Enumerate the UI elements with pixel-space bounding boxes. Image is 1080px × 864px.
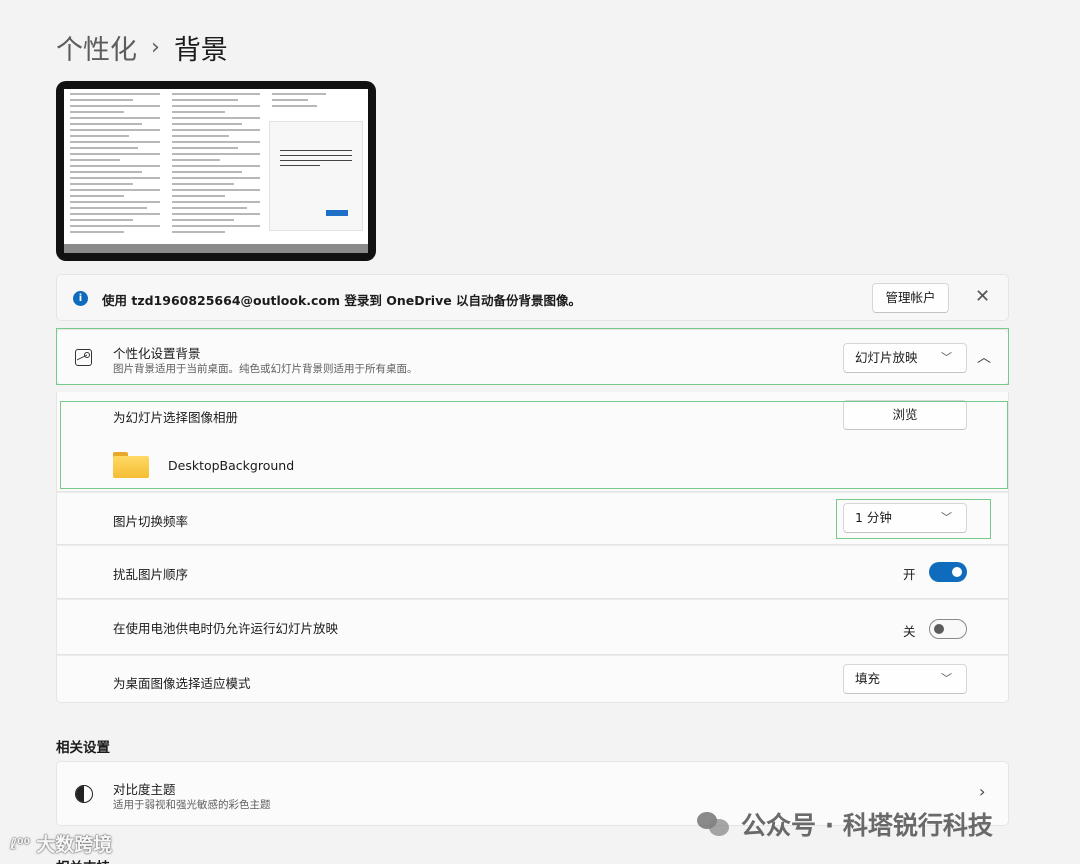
frequency-dropdown[interactable]: 1 分钟 ﹀	[843, 503, 967, 533]
chevron-down-icon: ﹀	[941, 351, 952, 364]
preview-image	[64, 89, 368, 253]
battery-label: 在使用电池供电时仍允许运行幻灯片放映	[113, 621, 339, 636]
related-support-heading: 相关支持	[56, 856, 110, 864]
banner-message: 使用 tzd1960825664@outlook.com 登录到 OneDriv…	[102, 293, 582, 308]
chevron-down-icon: ﹀	[941, 511, 952, 524]
personalize-background-row[interactable]: 个性化设置背景 图片背景适用于当前桌面。纯色或幻灯片背景则适用于所有桌面。 幻灯…	[56, 329, 1009, 385]
page-title: 背景	[173, 35, 228, 66]
onedrive-banner: i 使用 tzd1960825664@outlook.com 登录到 OneDr…	[56, 274, 1009, 321]
browse-button[interactable]: 浏览	[843, 400, 967, 430]
chevron-down-icon: ﹀	[941, 672, 952, 685]
related-settings-heading: 相关设置	[56, 740, 110, 756]
contrast-subtitle: 适用于弱视和强光敏感的彩色主题	[113, 799, 271, 811]
watermark-right: 公众号 · 科塔锐行科技	[697, 806, 993, 842]
info-icon: i	[73, 291, 88, 306]
desktop-preview	[56, 81, 376, 261]
picture-icon	[75, 349, 92, 366]
chevron-up-icon[interactable]: ︿	[977, 347, 991, 367]
contrast-icon	[75, 785, 93, 803]
background-type-dropdown[interactable]: 幻灯片放映 ﹀	[843, 343, 967, 373]
folder-icon	[113, 452, 149, 478]
fit-label: 为桌面图像选择适应模式	[113, 676, 251, 691]
fit-dropdown[interactable]: 填充 ﹀	[843, 664, 967, 694]
close-icon[interactable]: ✕	[975, 287, 990, 307]
chevron-right-icon: ›	[979, 782, 986, 801]
album-section: 为幻灯片选择图像相册 浏览 DesktopBackground	[56, 392, 1009, 492]
frequency-value: 1 分钟	[855, 510, 892, 525]
shuffle-label: 扰乱图片顺序	[113, 567, 189, 582]
battery-state-label: 关	[903, 624, 916, 639]
fit-row: 为桌面图像选择适应模式 填充 ﹀	[56, 655, 1009, 703]
personalize-subtitle: 图片背景适用于当前桌面。纯色或幻灯片背景则适用于所有桌面。	[113, 363, 418, 375]
battery-toggle[interactable]	[929, 619, 967, 639]
frequency-row: 图片切换频率 1 分钟 ﹀	[56, 492, 1009, 545]
fit-value: 填充	[855, 671, 881, 686]
contrast-title: 对比度主题	[113, 782, 176, 797]
breadcrumb-parent[interactable]: 个性化	[56, 28, 137, 67]
watermark-left: ℓ⁰⁰ 大数跨境	[10, 830, 112, 857]
wechat-icon	[697, 810, 731, 838]
shuffle-row: 扰乱图片顺序 开	[56, 545, 1009, 599]
background-type-value: 幻灯片放映	[855, 350, 918, 365]
watermark-left-text: 大数跨境	[36, 834, 113, 856]
personalize-title: 个性化设置背景	[113, 346, 201, 361]
album-label: 为幻灯片选择图像相册	[113, 410, 239, 425]
folder-name: DesktopBackground	[168, 458, 295, 473]
preview-panel	[269, 121, 363, 231]
shuffle-state-label: 开	[903, 567, 916, 582]
breadcrumb-separator-icon: ›	[151, 35, 160, 60]
watermark-text: 公众号 · 科塔锐行科技	[741, 811, 993, 840]
shuffle-toggle[interactable]	[929, 562, 967, 582]
battery-row: 在使用电池供电时仍允许运行幻灯片放映 关	[56, 599, 1009, 655]
frequency-label: 图片切换频率	[113, 514, 189, 529]
manage-account-button[interactable]: 管理帐户	[872, 283, 949, 313]
breadcrumb: 个性化 › 背景	[56, 28, 228, 67]
watermark-logo-icon: ℓ⁰⁰	[10, 834, 31, 853]
